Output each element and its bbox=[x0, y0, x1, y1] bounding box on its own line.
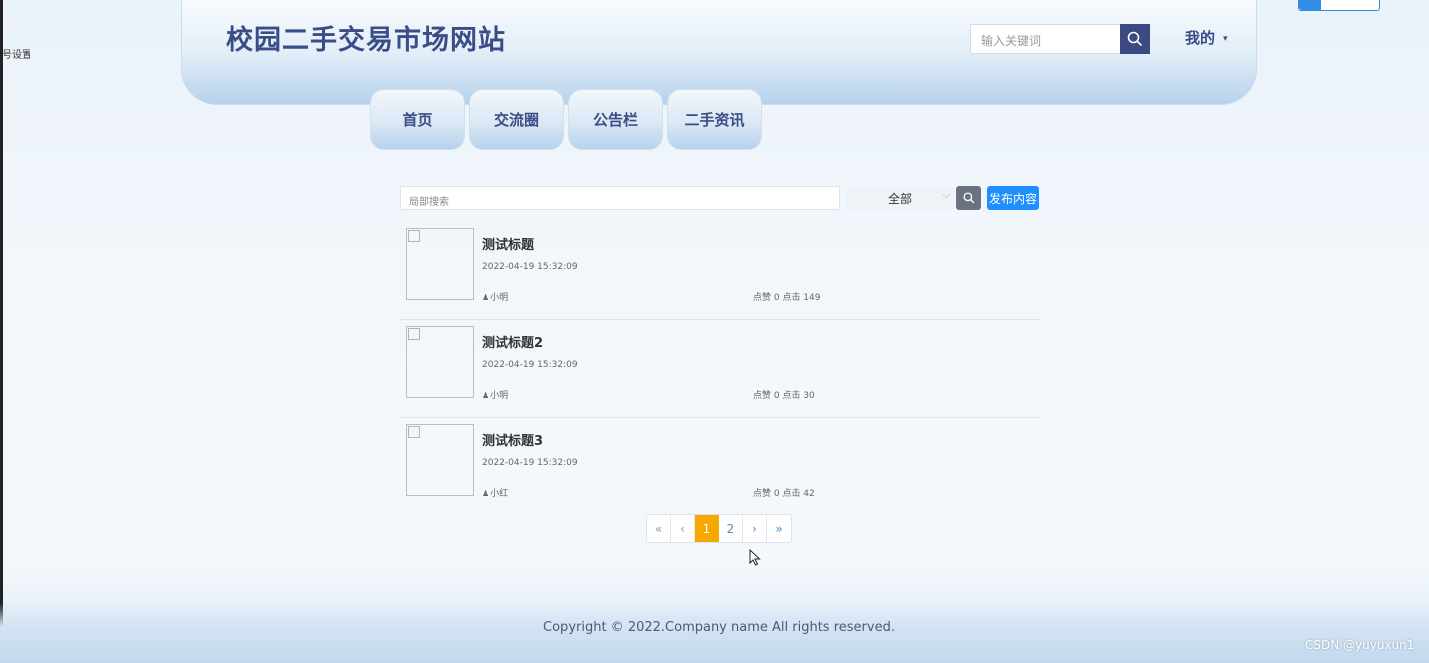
watermark: CSDN @yuyuxun1 bbox=[1305, 638, 1415, 652]
corner-badge[interactable] bbox=[1298, 0, 1380, 11]
header-search-button[interactable] bbox=[1120, 24, 1150, 54]
footer-copyright: Copyright © 2022.Company name All rights… bbox=[543, 620, 895, 635]
nav-item-news[interactable]: 二手资讯 bbox=[667, 89, 762, 150]
post-stats: 点赞 0 点击 30 bbox=[753, 391, 815, 401]
user-icon: ♟ bbox=[482, 489, 490, 498]
page-first-button[interactable]: « bbox=[647, 515, 671, 542]
post-list: 测试标题 2022-04-19 15:32:09 ♟小明 点赞 0 点击 149… bbox=[400, 222, 1040, 516]
post-title[interactable]: 测试标题3 bbox=[482, 430, 543, 449]
header-search-input[interactable]: 输入关键词 bbox=[970, 24, 1120, 54]
page-prev-button[interactable]: ‹ bbox=[671, 515, 695, 542]
nav-item-forum[interactable]: 交流圈 bbox=[469, 89, 564, 150]
post-author-name: 小红 bbox=[490, 489, 509, 499]
page-2-button[interactable]: 2 bbox=[719, 515, 743, 542]
mouse-cursor-icon bbox=[749, 549, 761, 566]
post-author-name: 小明 bbox=[490, 391, 509, 401]
corner-badge-icon bbox=[1299, 0, 1321, 10]
post-date: 2022-04-19 15:32:09 bbox=[482, 360, 578, 370]
site-title: 校园二手交易市场网站 bbox=[226, 25, 506, 56]
broken-image-icon bbox=[408, 230, 420, 242]
list-item[interactable]: 测试标题 2022-04-19 15:32:09 ♟小明 点赞 0 点击 149 bbox=[400, 222, 1040, 320]
main-nav: 首页 交流圈 公告栏 二手资讯 bbox=[370, 89, 762, 150]
list-item[interactable]: 测试标题2 2022-04-19 15:32:09 ♟小明 点赞 0 点击 30 bbox=[400, 320, 1040, 418]
user-icon: ♟ bbox=[482, 391, 490, 400]
post-thumbnail[interactable] bbox=[406, 228, 474, 300]
page-last-button[interactable]: » bbox=[767, 515, 791, 542]
user-menu-label: 我的 bbox=[1185, 29, 1216, 47]
user-icon: ♟ bbox=[482, 293, 490, 302]
list-item[interactable]: 测试标题3 2022-04-19 15:32:09 ♟小红 点赞 0 点击 42 bbox=[400, 418, 1040, 516]
nav-item-notice[interactable]: 公告栏 bbox=[568, 89, 663, 150]
post-author: ♟小红 bbox=[482, 486, 508, 499]
broken-image-icon bbox=[408, 426, 420, 438]
post-author: ♟小明 bbox=[482, 388, 508, 401]
post-date: 2022-04-19 15:32:09 bbox=[482, 458, 578, 468]
side-fragment-text: 号设置 bbox=[2, 50, 30, 61]
list-toolbar: 局部搜索 全部 ⌵ 发布内容 bbox=[400, 186, 1040, 211]
search-icon bbox=[1127, 31, 1143, 47]
post-date: 2022-04-19 15:32:09 bbox=[482, 262, 578, 272]
user-menu[interactable]: 我的 ▾ bbox=[1185, 27, 1228, 48]
post-author-name: 小明 bbox=[490, 293, 509, 303]
page-next-button[interactable]: › bbox=[743, 515, 767, 542]
window-edge bbox=[0, 0, 3, 663]
post-stats: 点赞 0 点击 42 bbox=[753, 489, 815, 499]
page-1-button[interactable]: 1 bbox=[695, 515, 719, 542]
post-thumbnail[interactable] bbox=[406, 326, 474, 398]
post-author: ♟小明 bbox=[482, 290, 508, 303]
post-title[interactable]: 测试标题 bbox=[482, 234, 534, 253]
filter-select[interactable]: 全部 ⌵ bbox=[846, 186, 954, 210]
post-title[interactable]: 测试标题2 bbox=[482, 332, 543, 351]
nav-item-home[interactable]: 首页 bbox=[370, 89, 465, 150]
post-thumbnail[interactable] bbox=[406, 424, 474, 496]
local-search-input[interactable]: 局部搜索 bbox=[400, 186, 840, 210]
publish-button[interactable]: 发布内容 bbox=[987, 186, 1039, 210]
broken-image-icon bbox=[408, 328, 420, 340]
filter-select-value: 全部 bbox=[887, 191, 912, 206]
local-search-button[interactable] bbox=[956, 186, 981, 210]
chevron-down-icon: ⌵ bbox=[942, 190, 950, 201]
post-stats: 点赞 0 点击 149 bbox=[753, 293, 821, 303]
search-icon bbox=[962, 192, 974, 204]
caret-down-icon: ▾ bbox=[1223, 33, 1228, 44]
pagination: « ‹ 1 2 › » bbox=[646, 514, 792, 543]
